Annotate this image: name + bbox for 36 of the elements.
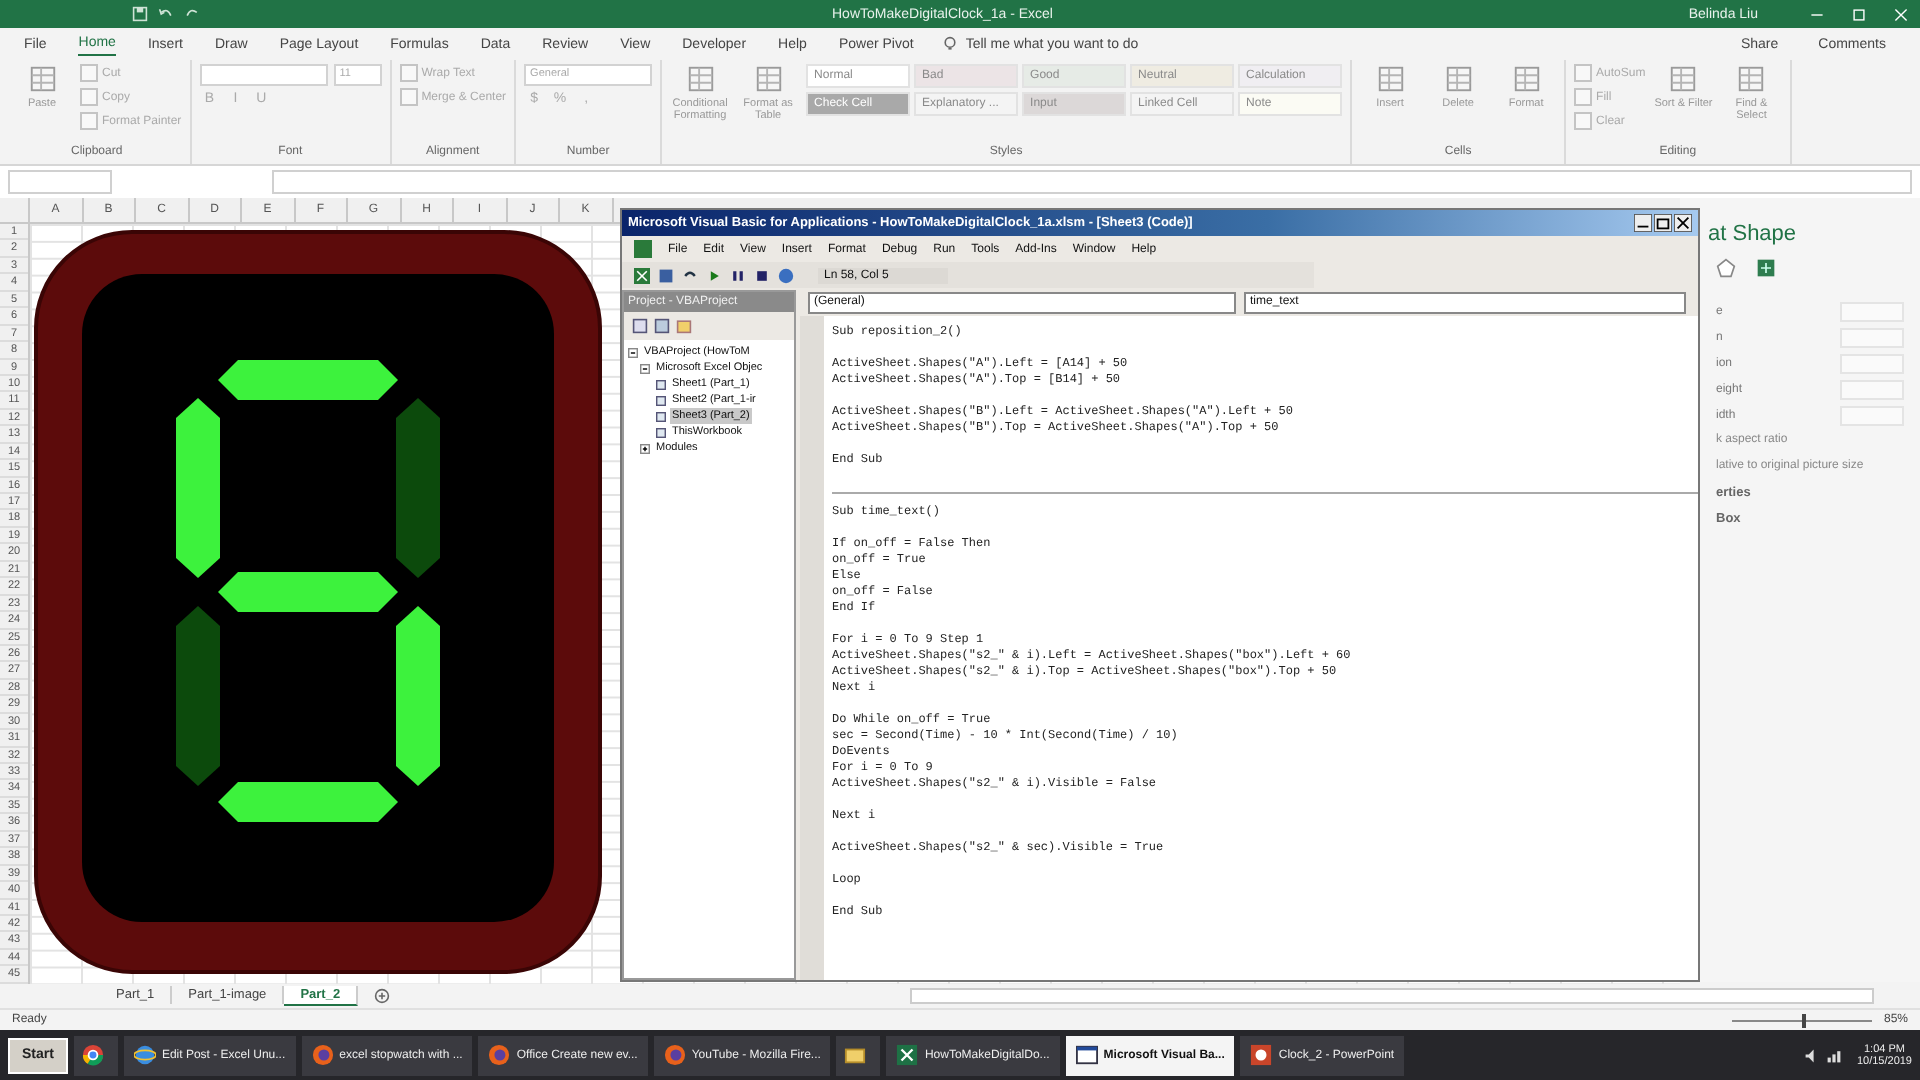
view-object-icon[interactable] [654, 318, 670, 334]
browser-icon [311, 1044, 334, 1066]
pentagon-icon[interactable] [1716, 258, 1736, 278]
taskbar-button[interactable] [836, 1035, 881, 1075]
collapse-icon[interactable] [628, 347, 638, 357]
network-icon[interactable] [1826, 1047, 1843, 1063]
browser-icon [488, 1044, 511, 1066]
restore-icon[interactable] [1654, 214, 1672, 232]
taskbar-button[interactable] [73, 1035, 118, 1075]
horizontal-scrollbar[interactable] [910, 987, 1875, 1003]
browser-icon [133, 1044, 156, 1066]
save-icon[interactable] [132, 6, 148, 22]
redo-icon[interactable] [184, 6, 200, 22]
close-icon[interactable] [1674, 214, 1692, 232]
maximize-icon[interactable] [1852, 7, 1866, 21]
zoom-thumb[interactable] [1801, 1013, 1806, 1027]
code-window-icon [1075, 1044, 1098, 1066]
pane-title: at Shape [1708, 222, 1799, 246]
folder-icon [844, 1044, 867, 1066]
save-icon[interactable] [658, 267, 674, 283]
spreadsheet-icon [896, 1044, 919, 1066]
expand-icon[interactable] [640, 443, 650, 453]
dropdown-field[interactable] [199, 64, 328, 86]
collapse-icon[interactable] [640, 363, 650, 373]
browser-icon [663, 1044, 686, 1066]
view-code-icon[interactable] [632, 318, 648, 334]
browser-icon [81, 1044, 104, 1066]
lightbulb-icon [941, 36, 958, 52]
add-sheet-icon[interactable] [374, 987, 391, 1003]
stop-icon[interactable] [754, 267, 770, 283]
formula-field[interactable] [272, 170, 1912, 194]
run-icon[interactable] [706, 267, 722, 283]
presentation-icon [1250, 1044, 1273, 1066]
minimize-icon[interactable] [1634, 214, 1652, 232]
folder-icon[interactable] [676, 318, 692, 334]
pause-icon[interactable] [730, 267, 746, 283]
